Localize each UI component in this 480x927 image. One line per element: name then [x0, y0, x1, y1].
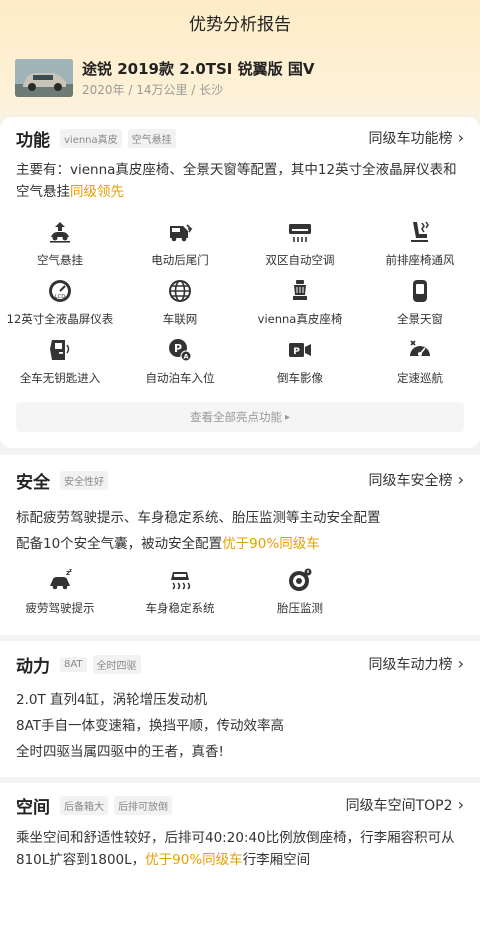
tire-pressure-icon	[289, 568, 312, 591]
tag: 后排可放倒	[114, 795, 172, 815]
feature-item[interactable]: 定速巡航	[360, 337, 480, 396]
car-name: 途锐 2019款 2.0TSI 锐翼版 国V	[82, 59, 315, 78]
stability-control-icon	[171, 572, 191, 590]
auto-parking-icon: PA	[169, 339, 192, 362]
feature-item[interactable]: 全景天窗	[360, 278, 480, 337]
reverse-camera-icon: P	[289, 343, 311, 357]
safety-grid: zz 疲劳驾驶提示 车身稳定系统 胎压监测	[0, 557, 480, 623]
feature-item[interactable]: vienna真皮座椅	[240, 278, 360, 337]
seat-ventilation-icon	[411, 221, 429, 242]
feature-item[interactable]: zz 疲劳驾驶提示	[0, 567, 120, 623]
feature-item[interactable]: PA 自动泊车入位	[120, 337, 240, 396]
power-line: 全时四驱当属四驱中的王者，真香!	[16, 744, 224, 760]
safety-line: 配备10个安全气囊，被动安全配置优于90%同级车	[16, 536, 320, 552]
functions-description: 主要有：vienna真皮座椅、全景天窗等配置，其中12英寸全液晶屏仪表和空气悬挂…	[16, 162, 457, 200]
feature-item[interactable]: 电动后尾门	[120, 219, 240, 278]
tag: 安全性好	[60, 470, 108, 490]
section-title: 功能	[16, 130, 50, 151]
functions-section: 功能 vienna真皮 空气悬挂 同级车功能榜 主要有：vienna真皮座椅、全…	[0, 117, 480, 448]
feature-item[interactable]: 车联网	[120, 278, 240, 337]
svg-text:P: P	[174, 342, 182, 355]
keyless-entry-icon	[50, 340, 70, 360]
car-summary[interactable]: 途锐 2019款 2.0TSI 锐翼版 国V 2020年 / 14万公里 / 长…	[0, 44, 480, 104]
feature-item[interactable]: 双区自动空调	[240, 219, 360, 278]
air-suspension-icon	[50, 222, 70, 243]
leather-seat-icon	[293, 280, 307, 300]
power-rank-link[interactable]: 同级车动力榜	[369, 654, 464, 674]
safety-line: 标配疲劳驾驶提示、车身稳定系统、胎压监测等主动安全配置	[16, 510, 381, 526]
air-conditioner-icon	[289, 224, 311, 242]
globe-icon	[169, 280, 191, 302]
space-rank-link[interactable]: 同级车空间TOP2	[346, 795, 464, 815]
safety-section: 安全 安全性好 同级车安全榜 标配疲劳驾驶提示、车身稳定系统、胎压监测等主动安全…	[0, 455, 480, 635]
top-bar: 优势分析报告	[0, 0, 480, 44]
fatigue-driving-icon: zz	[50, 568, 72, 590]
tag: 空气悬挂	[127, 128, 176, 148]
feature-item[interactable]: 空气悬挂	[0, 219, 120, 278]
space-description: 乘坐空间和舒适性较好，后排可40:20:40比例放倒座椅，行李厢容积可从810L…	[16, 830, 455, 868]
functions-rank-link[interactable]: 同级车功能榜	[369, 128, 464, 148]
power-tailgate-icon	[170, 224, 193, 242]
section-title: 安全	[16, 472, 50, 493]
svg-text:LCD: LCD	[55, 294, 65, 300]
sunroof-icon	[413, 280, 427, 302]
feature-item[interactable]: 全车无钥匙进入	[0, 337, 120, 396]
cruise-control-icon	[410, 340, 430, 356]
section-title: 动力	[16, 656, 50, 677]
space-section: 空间 后备箱大 后排可放倒 同级车空间TOP2 乘坐空间和舒适性较好，后排可40…	[0, 783, 480, 927]
functions-grid: 空气悬挂 电动后尾门 双区自动空调 前排座椅通风 LCD 12英寸全液晶屏仪表 …	[0, 213, 480, 396]
power-line: 8AT手自一体变速箱，换挡平顺，传动效率高	[16, 718, 285, 734]
feature-item[interactable]: 胎压监测	[240, 567, 360, 623]
tag: 后备箱大	[60, 795, 108, 815]
svg-text:z: z	[69, 568, 72, 574]
feature-item[interactable]: 车身稳定系统	[120, 567, 240, 623]
tag: 全时四驱	[92, 654, 141, 674]
page-title: 优势分析报告	[189, 14, 291, 35]
lcd-gauge-icon: LCD	[49, 280, 71, 302]
section-title: 空间	[16, 797, 50, 818]
feature-item[interactable]: P 倒车影像	[240, 337, 360, 396]
power-section: 动力 8AT 全时四驱 同级车动力榜 2.0T 直列4缸，涡轮增压发动机 8AT…	[0, 641, 480, 777]
feature-item[interactable]: 前排座椅通风	[360, 219, 480, 278]
svg-text:P: P	[293, 347, 300, 357]
car-meta: 2020年 / 14万公里 / 长沙	[82, 82, 224, 97]
view-all-features-button[interactable]: 查看全部亮点功能	[16, 402, 464, 432]
tag: vienna真皮	[60, 128, 122, 148]
power-line: 2.0T 直列4缸，涡轮增压发动机	[16, 692, 208, 708]
safety-rank-link[interactable]: 同级车安全榜	[369, 470, 464, 490]
car-thumbnail	[15, 59, 73, 97]
feature-item[interactable]: LCD 12英寸全液晶屏仪表	[0, 278, 120, 337]
tag: 8AT	[60, 656, 87, 672]
svg-text:A: A	[183, 353, 188, 361]
